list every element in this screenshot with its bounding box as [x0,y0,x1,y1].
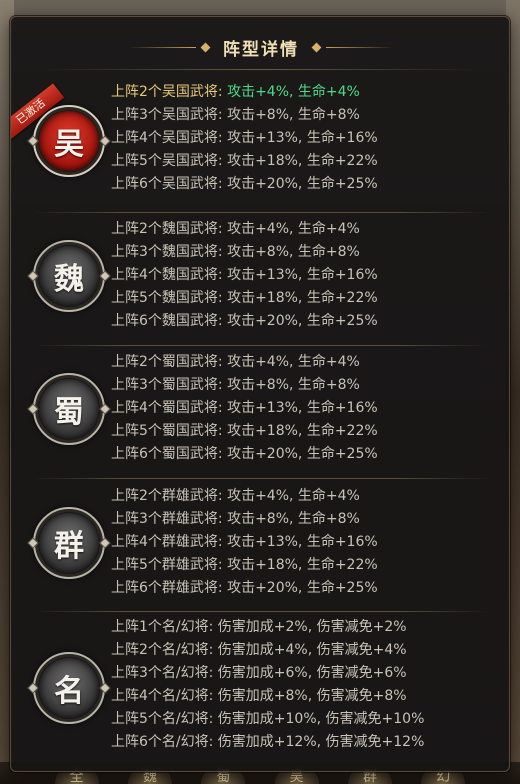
bonus-line: 上阵2个魏国武将: 攻击+4%, 生命+4% [111,221,360,237]
bonus-list: 上阵2个吴国武将: 攻击+4%, 生命+4% 上阵3个吴国武将: 攻击+8%, … [111,81,501,196]
faction-group-wei: 魏 上阵2个魏国武将: 攻击+4%, 生命+4% 上阵3个魏国武将: 攻击+8%… [11,216,509,346]
panel-title: 阵型详情 [223,39,299,60]
bonus-line: 上阵5个吴国武将: 攻击+18%, 生命+22% [111,153,378,169]
bonus-line: 上阵6个蜀国武将: 攻击+20%, 生命+25% [111,446,378,462]
bonus-line: 上阵2个蜀国武将: 攻击+4%, 生命+4% [111,354,360,370]
bonus-line: 上阵5个群雄武将: 攻击+18%, 生命+22% [111,557,378,573]
bonus-line: 上阵4个蜀国武将: 攻击+13%, 生命+16% [111,400,378,416]
bonus-line: 上阵6个群雄武将: 攻击+20%, 生命+25% [111,580,378,596]
bonus-line: 上阵6个名/幻将: 伤害加成+12%, 伤害减免+12% [111,734,425,750]
group-divider [33,478,489,479]
faction-group-famous: 名 上阵1个名/幻将: 伤害加成+2%, 伤害减免+2% 上阵2个名/幻将: 伤… [11,616,509,766]
bonus-line: 上阵3个名/幻将: 伤害加成+6%, 伤害减免+6% [111,665,407,681]
faction-badge-famous: 名 [27,652,111,724]
group-divider [33,345,489,346]
faction-badge-qun: 群 [27,507,111,579]
title-left-diamond-icon [200,42,211,52]
bonus-line: 上阵5个蜀国武将: 攻击+18%, 生命+22% [111,423,378,439]
bonus-line: 上阵3个吴国武将: 攻击+8%, 生命+8% [111,107,360,123]
bonus-line: 上阵4个名/幻将: 伤害加成+8%, 伤害减免+8% [111,688,407,704]
faction-badge-shu: 蜀 [27,373,111,445]
bonus-line: 上阵2个吴国武将: 攻击+4%, 生命+4% [111,84,360,100]
bonus-line: 上阵4个魏国武将: 攻击+13%, 生命+16% [111,267,378,283]
bonus-list: 上阵2个魏国武将: 攻击+4%, 生命+4% 上阵3个魏国武将: 攻击+8%, … [111,218,501,333]
faction-badge-wei: 魏 [27,240,111,312]
group-divider [33,212,489,213]
bonus-line: 上阵5个魏国武将: 攻击+18%, 生命+22% [111,290,378,306]
bonus-line: 上阵1个名/幻将: 伤害加成+2%, 伤害减免+2% [111,619,407,635]
faction-group-qun: 群 上阵2个群雄武将: 攻击+4%, 生命+4% 上阵3个群雄武将: 攻击+8%… [11,483,509,613]
group-divider [33,611,489,612]
bonus-line: 上阵2个群雄武将: 攻击+4%, 生命+4% [111,488,360,504]
faction-group-wu: 吴 上阵2个吴国武将: 攻击+4%, 生命+4% 上阵3个吴国武将: 攻击+8%… [11,79,509,209]
title-divider [41,69,481,70]
title-right-diamond-icon [311,42,322,52]
faction-group-shu: 蜀 上阵2个蜀国武将: 攻击+4%, 生命+4% 上阵3个蜀国武将: 攻击+8%… [11,349,509,479]
title-right-line [326,46,394,48]
bonus-line: 上阵5个名/幻将: 伤害加成+10%, 伤害减免+10% [111,711,425,727]
title-left-line [128,46,196,48]
panel-header: 阵型详情 [11,31,509,63]
bonus-line: 上阵4个群雄武将: 攻击+13%, 生命+16% [111,534,378,550]
bonus-list: 上阵2个群雄武将: 攻击+4%, 生命+4% 上阵3个群雄武将: 攻击+8%, … [111,485,501,600]
bonus-line: 上阵6个吴国武将: 攻击+20%, 生命+25% [111,176,378,192]
bonus-line: 上阵2个名/幻将: 伤害加成+4%, 伤害减免+4% [111,642,407,658]
bonus-line: 上阵4个吴国武将: 攻击+13%, 生命+16% [111,130,378,146]
bonus-list: 上阵1个名/幻将: 伤害加成+2%, 伤害减免+2% 上阵2个名/幻将: 伤害加… [111,616,501,754]
bonus-line: 上阵3个魏国武将: 攻击+8%, 生命+8% [111,244,360,260]
bonus-line: 上阵3个群雄武将: 攻击+8%, 生命+8% [111,511,360,527]
faction-badge-wu: 吴 [27,105,111,177]
formation-details-panel: 阵型详情 已激活 吴 上阵2个吴国武将: 攻击+4%, 生命+4% 上阵3个吴国… [10,16,510,772]
bonus-line: 上阵3个蜀国武将: 攻击+8%, 生命+8% [111,377,360,393]
bonus-line: 上阵6个魏国武将: 攻击+20%, 生命+25% [111,313,378,329]
bonus-list: 上阵2个蜀国武将: 攻击+4%, 生命+4% 上阵3个蜀国武将: 攻击+8%, … [111,351,501,466]
